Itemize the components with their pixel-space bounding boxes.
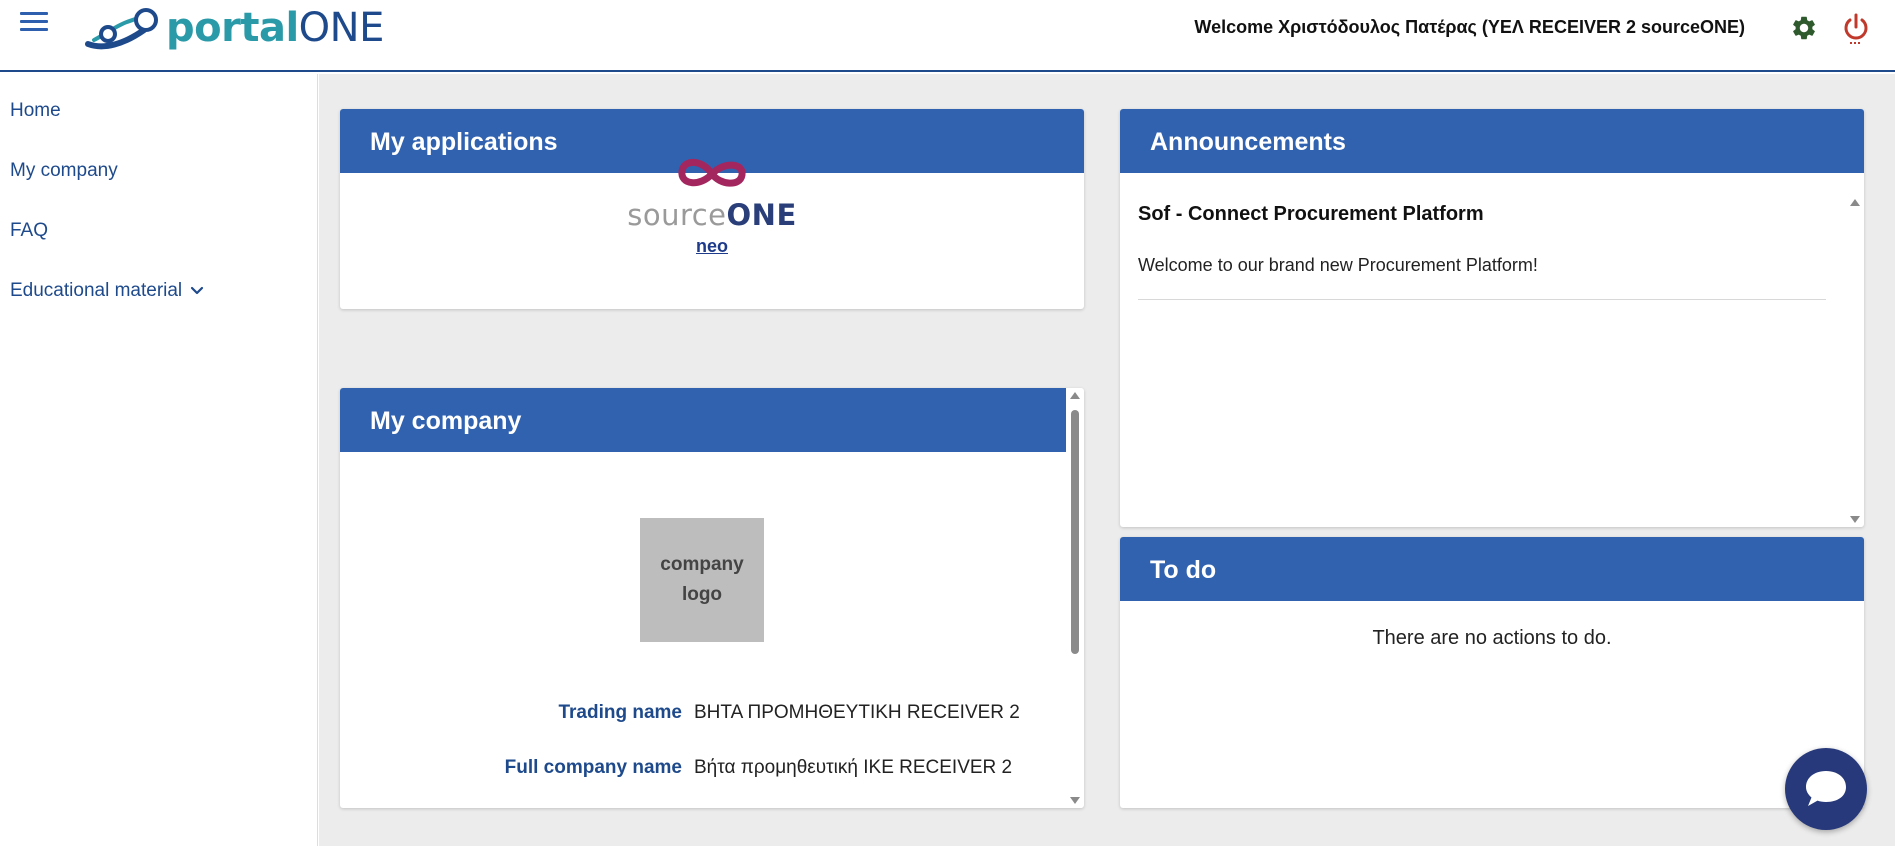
company-logo-line1: company — [660, 554, 744, 575]
top-bar: portalONE Welcome Χριστόδουλος Πατέρας (… — [0, 0, 1895, 72]
sourceone-logo-text-one: ONE — [726, 198, 797, 232]
announcements-card-title: Announcements — [1120, 109, 1864, 173]
power-icon[interactable] — [1841, 12, 1871, 46]
app-link-neo[interactable]: neo — [696, 236, 728, 257]
sidebar-item-educational-material[interactable]: Educational material — [10, 280, 204, 302]
chevron-down-icon — [191, 286, 204, 295]
announcements-scrollbar[interactable] — [1848, 173, 1862, 527]
field-trading-name: Trading name ΒΗΤΑ ΠΡΟΜΗΘΕΥΤΙΚΗ RECEIVER … — [340, 702, 1060, 724]
portal-logo-mark-icon — [85, 8, 158, 50]
sidebar-item-label: My company — [10, 160, 118, 181]
portal-logo-text: portalONE — [166, 5, 384, 51]
field-value: ΒΗΤΑ ΠΡΟΜΗΘΕΥΤΙΚΗ RECEIVER 2 — [694, 702, 1020, 723]
sourceone-logo-text-source: source — [627, 198, 727, 232]
sourceone-logo-text: sourceONE — [340, 200, 1084, 230]
applications-card: My applications sourceONE neo — [340, 109, 1084, 309]
scroll-up-arrow-icon[interactable] — [1850, 199, 1860, 206]
company-logo-placeholder: company logo — [640, 518, 764, 642]
scroll-down-arrow-icon[interactable] — [1070, 797, 1080, 804]
sidebar-item-home[interactable]: Home — [10, 100, 61, 122]
field-value: Βήτα προμηθευτική ΙΚΕ RECEIVER 2 — [694, 757, 1013, 778]
gear-icon[interactable] — [1790, 14, 1818, 42]
scroll-up-arrow-icon[interactable] — [1070, 392, 1080, 399]
chat-bubble-icon — [1806, 771, 1846, 806]
sidebar-item-label: Home — [10, 100, 61, 121]
todo-card-title: To do — [1120, 537, 1864, 601]
announcement-divider — [1138, 299, 1826, 300]
sidebar-item-label: FAQ — [10, 220, 49, 241]
sidebar-item-my-company[interactable]: My company — [10, 160, 118, 182]
sidebar-item-label: Educational material — [10, 280, 183, 301]
scroll-down-arrow-icon[interactable] — [1850, 516, 1860, 523]
todo-card: To do There are no actions to do. — [1120, 537, 1864, 808]
company-card-title: My company — [340, 388, 1066, 452]
welcome-text: Welcome Χριστόδουλος Πατέρας (ΥΕΛ RECEIV… — [1194, 17, 1745, 37]
company-card-scrollbar[interactable] — [1068, 388, 1082, 808]
chat-button[interactable] — [1785, 748, 1867, 830]
field-label: Full company name — [504, 757, 682, 778]
scrollbar-thumb[interactable] — [1071, 410, 1079, 654]
announcement-body: Welcome to our brand new Procurement Pla… — [1138, 255, 1538, 275]
logo-text-portal: portal — [166, 5, 299, 51]
field-label: Trading name — [558, 702, 682, 723]
company-logo-line2: logo — [681, 584, 723, 605]
announcements-card: Announcements Sof - Connect Procurement … — [1120, 109, 1864, 527]
hamburger-icon[interactable] — [20, 12, 48, 32]
portal-logo[interactable]: portalONE — [84, 0, 384, 56]
logo-text-one: ONE — [298, 5, 385, 51]
main-content: My applications sourceONE neo My company… — [319, 74, 1895, 846]
field-full-company-name: Full company name Βήτα προμηθευτική ΙΚΕ … — [340, 757, 1060, 779]
app-tile-sourceone[interactable]: sourceONE neo — [340, 153, 1084, 257]
announcement-title[interactable]: Sof - Connect Procurement Platform — [1138, 203, 1484, 226]
todo-empty-text: There are no actions to do. — [1372, 627, 1612, 649]
sourceone-logo-mark-icon — [678, 158, 746, 187]
company-card: My company company logo Trading name ΒΗΤ… — [340, 388, 1084, 808]
sidebar: Home My company FAQ Educational material — [0, 74, 318, 846]
sidebar-item-faq[interactable]: FAQ — [10, 220, 48, 242]
